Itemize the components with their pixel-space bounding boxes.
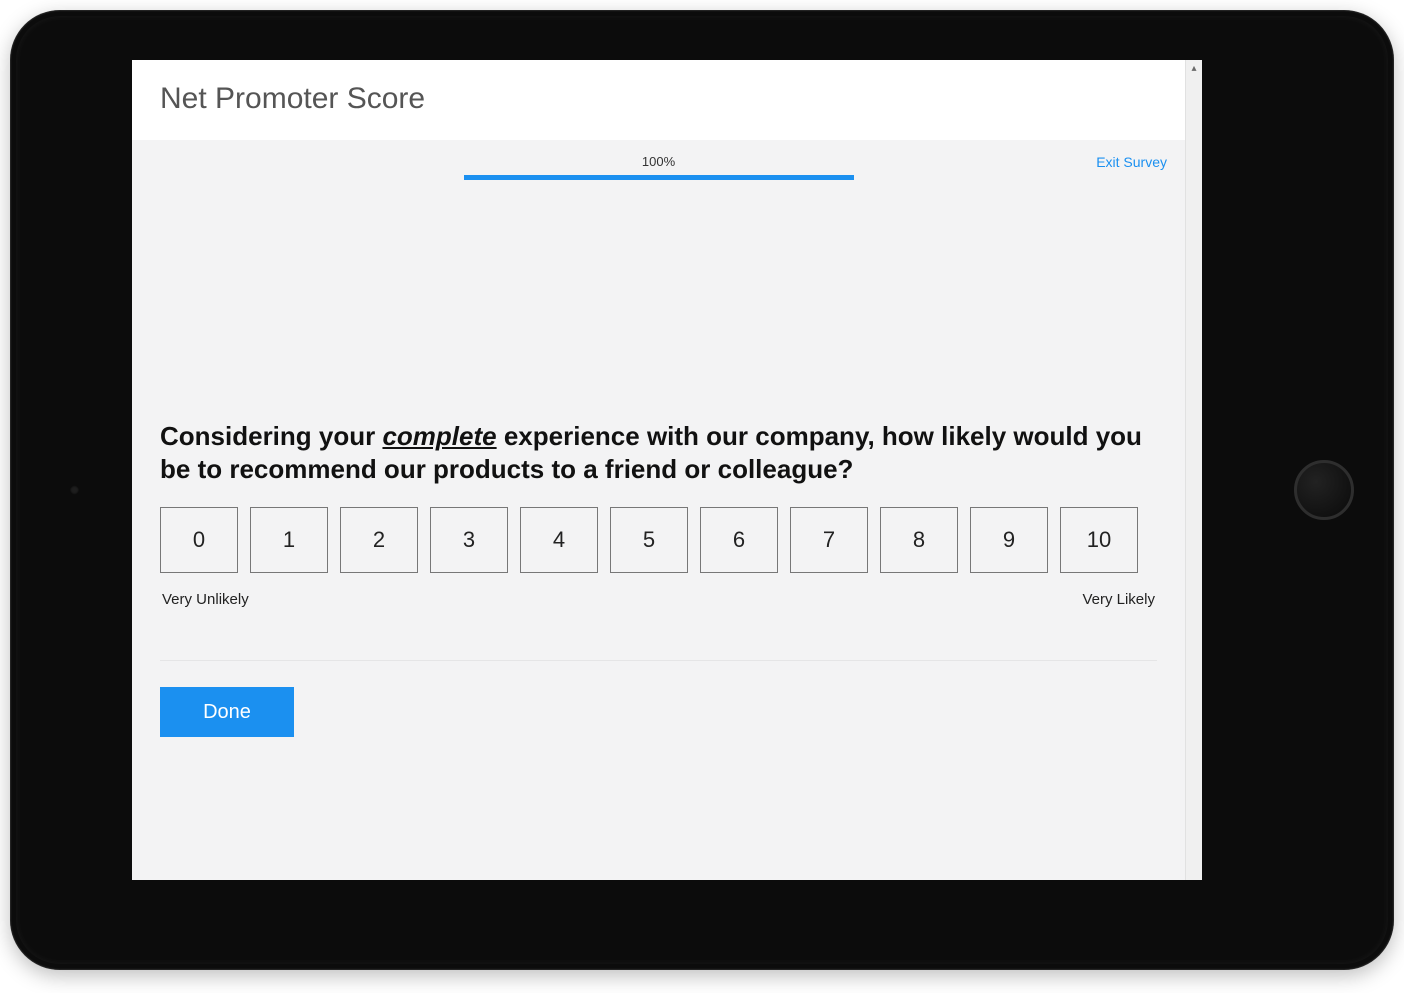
nps-option-2[interactable]: 2: [340, 507, 418, 573]
scale-min-label: Very Unlikely: [162, 591, 249, 608]
nps-scale: 0 1 2 3 4 5 6 7 8 9 10: [160, 507, 1157, 573]
scale-labels: Very Unlikely Very Likely: [160, 591, 1157, 608]
nps-option-10[interactable]: 10: [1060, 507, 1138, 573]
page-title: Net Promoter Score: [160, 82, 1185, 116]
done-button[interactable]: Done: [160, 687, 294, 737]
progress-bar: [464, 175, 854, 180]
question-block: Considering your complete experience wit…: [160, 420, 1157, 737]
nps-option-7[interactable]: 7: [790, 507, 868, 573]
divider: [160, 660, 1157, 661]
tablet-frame: ▴ Net Promoter Score Exit Survey 100% Co…: [10, 10, 1394, 970]
nps-option-8[interactable]: 8: [880, 507, 958, 573]
page-header: Net Promoter Score: [132, 60, 1185, 134]
progress-percent: 100%: [160, 154, 1157, 169]
question-emphasis: complete: [382, 421, 496, 451]
question-part1: Considering your: [160, 421, 382, 451]
scale-max-label: Very Likely: [1082, 591, 1155, 608]
nps-option-3[interactable]: 3: [430, 507, 508, 573]
progress: 100%: [160, 140, 1157, 180]
question-text: Considering your complete experience wit…: [160, 420, 1157, 485]
tablet-camera: [70, 486, 79, 495]
scroll-up-arrow[interactable]: ▴: [1186, 60, 1202, 77]
nps-option-0[interactable]: 0: [160, 507, 238, 573]
nps-option-4[interactable]: 4: [520, 507, 598, 573]
page: Net Promoter Score Exit Survey 100% Cons…: [132, 60, 1185, 880]
exit-survey-link[interactable]: Exit Survey: [1096, 154, 1167, 170]
scrollbar[interactable]: ▴: [1185, 60, 1202, 880]
nps-option-9[interactable]: 9: [970, 507, 1048, 573]
nps-option-6[interactable]: 6: [700, 507, 778, 573]
survey-body: Exit Survey 100% Considering your comple…: [132, 140, 1185, 880]
tablet-home-button[interactable]: [1294, 460, 1354, 520]
nps-option-1[interactable]: 1: [250, 507, 328, 573]
nps-option-5[interactable]: 5: [610, 507, 688, 573]
tablet-screen: ▴ Net Promoter Score Exit Survey 100% Co…: [132, 60, 1202, 880]
